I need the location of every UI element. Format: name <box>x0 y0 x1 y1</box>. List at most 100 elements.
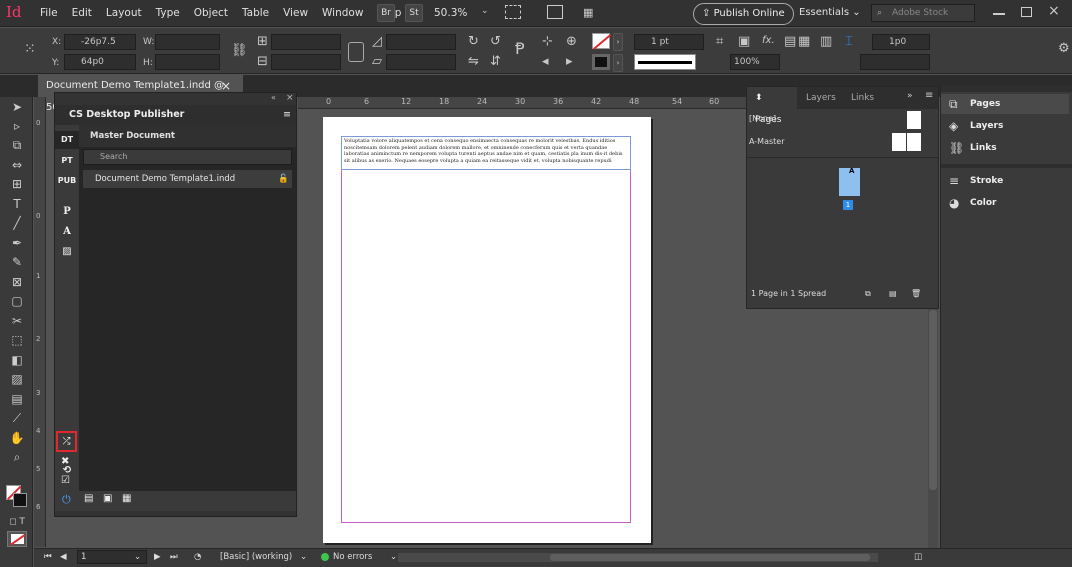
text-frame[interactable]: Voluptatia volore aliquatempos et cena c… <box>341 136 631 170</box>
workspace-switcher[interactable]: Essentials ⌄ <box>799 7 861 18</box>
page-size-icon[interactable]: ⧉ <box>865 285 871 303</box>
p-select-icon[interactable]: Ᵽ <box>515 41 525 57</box>
rotate-field[interactable] <box>386 34 456 50</box>
menu-window[interactable]: Window <box>315 7 370 19</box>
delete-icon[interactable]: ✖ <box>61 456 69 467</box>
scrollbar-thumb[interactable] <box>929 310 937 490</box>
image-icon[interactable]: ▨ <box>55 246 79 257</box>
document-list-item[interactable]: Document Demo Template1.indd 🔓 <box>83 170 292 188</box>
eyedropper-tool-icon[interactable]: ⟋ <box>8 410 26 426</box>
bridge-button[interactable]: Br <box>377 4 395 22</box>
unlock-icon[interactable]: 🔓 <box>278 170 289 188</box>
select-prev-icon[interactable]: ◂ <box>542 55 549 69</box>
tab-pt[interactable]: PT <box>55 152 79 170</box>
gradient-swatch-tool-icon[interactable]: ◧ <box>8 352 26 368</box>
constrain-scale-icon[interactable] <box>348 42 364 62</box>
constrain-proportions-icon[interactable]: ⛓ <box>231 44 248 58</box>
content-collector-icon[interactable]: ⊞ <box>8 176 26 192</box>
maximize-icon[interactable] <box>1021 7 1032 17</box>
zoom-tool-icon[interactable]: ⌕ <box>8 449 26 465</box>
preflight-dropdown-icon[interactable]: ⌄ <box>390 549 397 566</box>
grid-icon[interactable]: ▦ <box>122 493 131 504</box>
align-icon[interactable]: ▥ <box>820 35 832 49</box>
arrange-documents-icon[interactable]: ▦ <box>583 6 593 19</box>
style-dropdown-icon[interactable]: ⌄ <box>300 549 307 566</box>
effects-icon[interactable]: ▤ <box>784 35 796 49</box>
select-next-icon[interactable]: ▸ <box>566 55 573 69</box>
scale-x-field[interactable] <box>271 34 341 50</box>
stroke-dropdown-icon[interactable]: › <box>613 54 623 72</box>
stroke-weight-field[interactable]: 1 pt <box>634 34 704 50</box>
gradient-feather-tool-icon[interactable]: ▨ <box>8 371 26 387</box>
gutter-field[interactable]: 1p0 <box>872 34 930 50</box>
page-dropdown-icon[interactable]: ⌄ <box>134 549 141 566</box>
dock-item-color[interactable]: ◕ Color <box>941 193 1069 213</box>
flip-v-icon[interactable]: ⇵ <box>490 55 501 69</box>
tab-pages[interactable]: ⬍ Pages <box>747 87 797 125</box>
power-icon[interactable]: ⏻ <box>62 493 71 507</box>
preflight-errors[interactable]: No errors <box>333 549 372 566</box>
stroke-swatch-icon[interactable] <box>592 54 610 70</box>
pencil-tool-icon[interactable]: ✎ <box>8 254 26 270</box>
note-tool-icon[interactable]: ▤ <box>8 391 26 407</box>
menu-object[interactable]: Object <box>187 7 235 19</box>
last-page-icon[interactable]: ⏭ <box>170 549 178 566</box>
collapse-panel-icon[interactable]: « <box>271 93 276 102</box>
page-1-thumb[interactable]: A <box>839 167 860 196</box>
a-master-row[interactable]: A-Master <box>749 132 937 152</box>
minimize-icon[interactable] <box>993 13 1005 15</box>
view-options-icon[interactable] <box>505 5 521 19</box>
selection-tool-icon[interactable]: ➤ <box>8 99 26 115</box>
auto-fit-icon[interactable]: ⌶ <box>845 35 853 49</box>
close-window-icon[interactable]: × <box>1048 3 1060 19</box>
stock-button[interactable]: St <box>405 4 423 22</box>
dock-item-links[interactable]: ⛓ Links <box>941 138 1069 158</box>
screen-mode-icon[interactable] <box>547 5 563 19</box>
menu-type[interactable]: Type <box>149 7 187 19</box>
menu-edit[interactable]: Edit <box>65 7 99 19</box>
flip-h-icon[interactable]: ⇋ <box>468 55 479 69</box>
dock-item-pages[interactable]: ⧉ Pages <box>941 94 1069 114</box>
shear-field[interactable] <box>386 54 456 70</box>
frame-fitting-icon[interactable]: ⌗ <box>716 35 723 49</box>
w-field[interactable] <box>155 34 220 50</box>
dock-item-stroke[interactable]: ≡ Stroke <box>941 171 1069 191</box>
text-wrap-icon[interactable]: ▦ <box>798 35 810 49</box>
fill-dropdown-icon[interactable]: › <box>613 33 623 51</box>
plugin-search-input[interactable]: Search <box>83 149 292 165</box>
tab-links[interactable]: Links <box>843 87 882 109</box>
menu-layout[interactable]: Layout <box>99 7 149 19</box>
apply-none-icon[interactable] <box>7 531 27 547</box>
zoom-dropdown-icon[interactable]: ⌄ <box>481 6 489 16</box>
publish-online-button[interactable]: ⇪ Publish Online <box>693 3 794 25</box>
formatting-affects-container-icon[interactable]: ◻ T <box>8 514 26 530</box>
menu-table[interactable]: Table <box>235 7 276 19</box>
h-scrollbar-thumb[interactable] <box>550 554 870 561</box>
type-tool-icon[interactable]: T <box>8 196 26 212</box>
reference-point-icon[interactable]: ⁙ <box>24 41 36 57</box>
dock-item-layers[interactable]: ◈ Layers <box>941 116 1069 136</box>
x-field[interactable]: -26p7.5 <box>64 34 136 50</box>
new-document-icon[interactable]: ▤ <box>84 493 93 504</box>
zoom-level[interactable]: 50.3% <box>434 7 467 19</box>
save-icon[interactable]: ▣ <box>103 493 112 504</box>
close-panel-icon[interactable]: × <box>286 93 294 103</box>
pages-menu-icon[interactable]: ≡ <box>925 90 933 101</box>
menu-view[interactable]: View <box>276 7 315 19</box>
first-page-icon[interactable]: ⏮ <box>44 549 52 566</box>
free-transform-tool-icon[interactable]: ⬚ <box>8 332 26 348</box>
h-field[interactable] <box>155 54 220 70</box>
pen-tool-icon[interactable]: ✒ <box>8 235 26 251</box>
master-none-row[interactable]: [None] <box>749 109 937 129</box>
menu-file[interactable]: File <box>33 7 65 19</box>
gap-tool-icon[interactable]: ⇔ <box>8 157 26 173</box>
adobe-stock-search[interactable]: ⌕ Adobe Stock <box>871 4 975 22</box>
scissors-tool-icon[interactable]: ✂ <box>8 313 26 329</box>
prev-page-icon[interactable]: ◀ <box>60 549 67 566</box>
direct-selection-tool-icon[interactable]: ▹ <box>8 118 26 134</box>
shuffle-icon[interactable]: ⤮ <box>56 431 77 452</box>
fx-button[interactable]: fx. <box>762 35 775 46</box>
rectangle-tool-icon[interactable]: ▢ <box>8 293 26 309</box>
paragraph-style-icon[interactable]: P <box>55 206 79 217</box>
character-style-icon[interactable]: A <box>55 226 79 237</box>
